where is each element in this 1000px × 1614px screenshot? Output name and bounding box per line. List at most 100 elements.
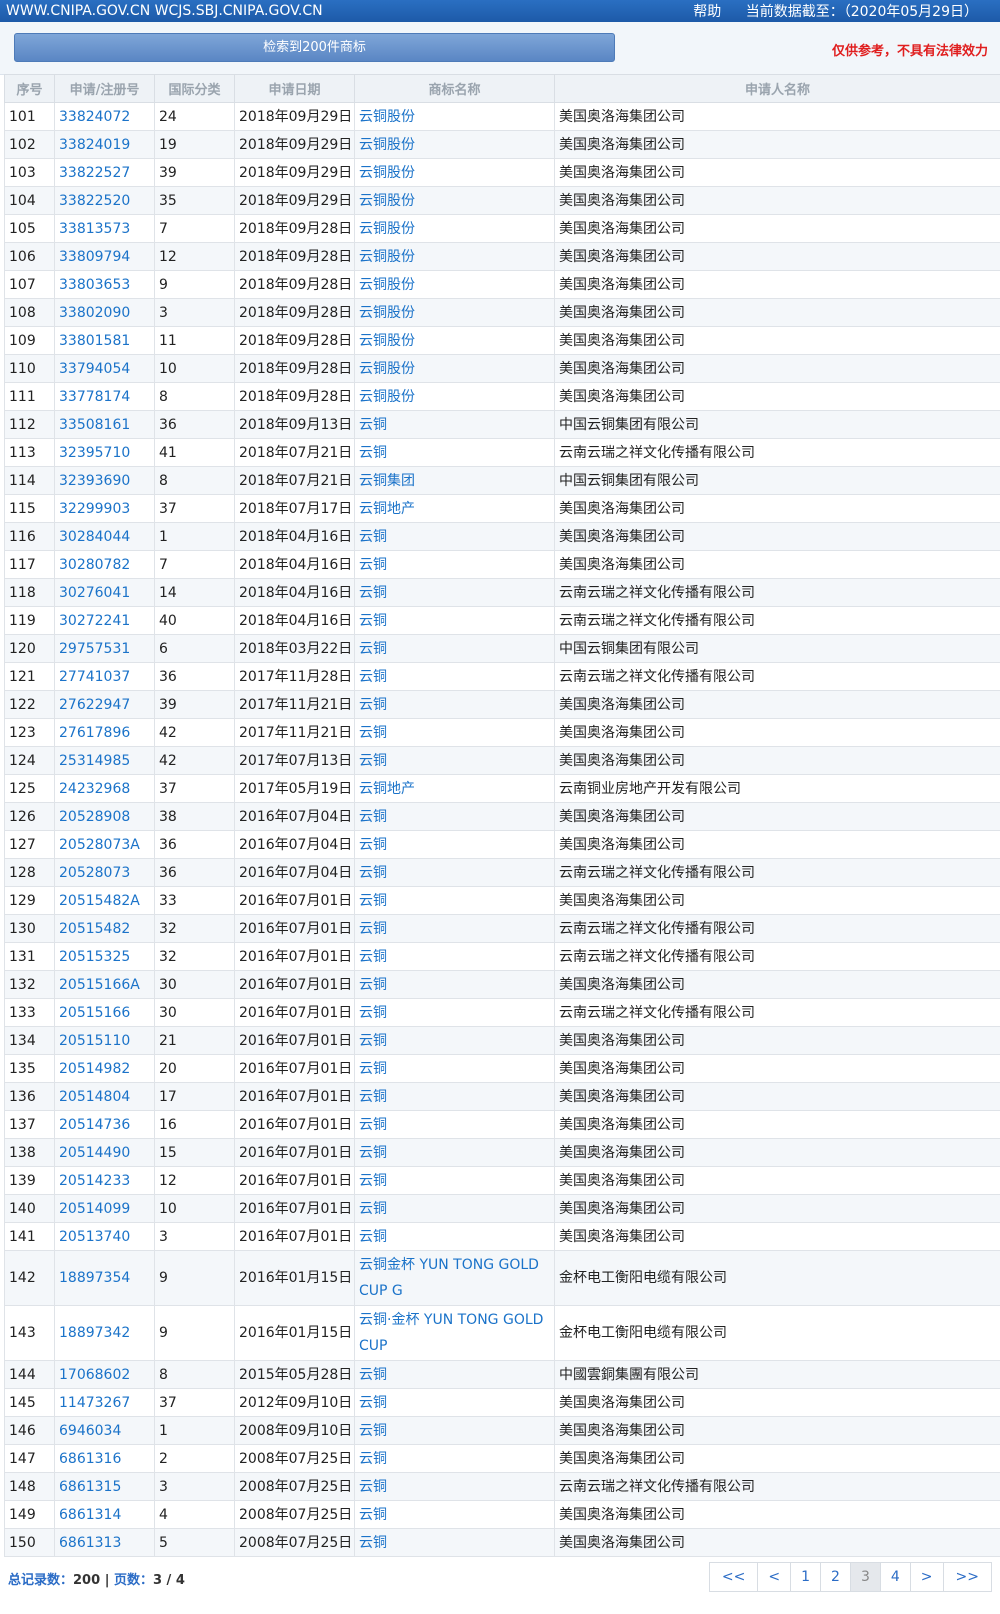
reg-number-link[interactable]: 20514233 bbox=[54, 1166, 155, 1195]
trademark-name-link[interactable]: 云铜 bbox=[354, 858, 555, 887]
reg-number-link[interactable]: 6861314 bbox=[54, 1500, 155, 1529]
header-class[interactable]: 国际分类 bbox=[154, 74, 235, 103]
reg-number-link[interactable]: 32395710 bbox=[54, 438, 155, 467]
reg-number-link[interactable]: 33778174 bbox=[54, 382, 155, 411]
trademark-name-link[interactable]: 云铜股份 bbox=[354, 102, 555, 131]
trademark-name-link[interactable]: 云铜地产 bbox=[354, 774, 555, 803]
reg-number-link[interactable]: 20515166 bbox=[54, 998, 155, 1027]
reg-number-link[interactable]: 20515166A bbox=[54, 970, 155, 999]
trademark-name-link[interactable]: 云铜 bbox=[354, 522, 555, 551]
search-result-button[interactable]: 检索到200件商标 bbox=[14, 33, 615, 62]
trademark-name-link[interactable]: 云铜 bbox=[354, 1026, 555, 1055]
trademark-name-link[interactable]: 云铜股份 bbox=[354, 354, 555, 383]
reg-number-link[interactable]: 20514804 bbox=[54, 1082, 155, 1111]
reg-number-link[interactable]: 33809794 bbox=[54, 242, 155, 271]
reg-number-link[interactable]: 33508161 bbox=[54, 410, 155, 439]
reg-number-link[interactable]: 25314985 bbox=[54, 746, 155, 775]
trademark-name-link[interactable]: 云铜 bbox=[354, 662, 555, 691]
trademark-name-link[interactable]: 云铜 bbox=[354, 690, 555, 719]
first-page-button[interactable]: << bbox=[708, 1562, 759, 1592]
trademark-name-link[interactable]: 云铜 bbox=[354, 886, 555, 915]
reg-number-link[interactable]: 27617896 bbox=[54, 718, 155, 747]
header-reg-number[interactable]: 申请/注册号 bbox=[54, 74, 155, 103]
trademark-name-link[interactable]: 云铜 bbox=[354, 802, 555, 831]
reg-number-link[interactable]: 20515110 bbox=[54, 1026, 155, 1055]
reg-number-link[interactable]: 32299903 bbox=[54, 494, 155, 523]
trademark-name-link[interactable]: 云铜 bbox=[354, 1528, 555, 1557]
reg-number-link[interactable]: 6861316 bbox=[54, 1444, 155, 1473]
trademark-name-link[interactable]: 云铜·金杯 YUN TONG GOLD CUP bbox=[354, 1305, 555, 1361]
reg-number-link[interactable]: 20515482A bbox=[54, 886, 155, 915]
reg-number-link[interactable]: 6861315 bbox=[54, 1472, 155, 1501]
trademark-name-link[interactable]: 云铜股份 bbox=[354, 214, 555, 243]
trademark-name-link[interactable]: 云铜金杯 YUN TONG GOLD CUP G bbox=[354, 1250, 555, 1306]
reg-number-link[interactable]: 18897342 bbox=[54, 1305, 155, 1361]
trademark-name-link[interactable]: 云铜 bbox=[354, 578, 555, 607]
help-link[interactable]: 帮助 bbox=[693, 4, 721, 20]
trademark-name-link[interactable]: 云铜 bbox=[354, 550, 555, 579]
reg-number-link[interactable]: 30280782 bbox=[54, 550, 155, 579]
trademark-name-link[interactable]: 云铜股份 bbox=[354, 130, 555, 159]
prev-page-button[interactable]: < bbox=[757, 1562, 792, 1592]
reg-number-link[interactable]: 20515482 bbox=[54, 914, 155, 943]
trademark-name-link[interactable]: 云铜股份 bbox=[354, 382, 555, 411]
reg-number-link[interactable]: 33824019 bbox=[54, 130, 155, 159]
reg-number-link[interactable]: 20514736 bbox=[54, 1110, 155, 1139]
trademark-name-link[interactable]: 云铜股份 bbox=[354, 270, 555, 299]
trademark-name-link[interactable]: 云铜 bbox=[354, 1444, 555, 1473]
trademark-name-link[interactable]: 云铜 bbox=[354, 438, 555, 467]
trademark-name-link[interactable]: 云铜 bbox=[354, 606, 555, 635]
reg-number-link[interactable]: 30276041 bbox=[54, 578, 155, 607]
reg-number-link[interactable]: 6861313 bbox=[54, 1528, 155, 1557]
trademark-name-link[interactable]: 云铜 bbox=[354, 1416, 555, 1445]
reg-number-link[interactable]: 30284044 bbox=[54, 522, 155, 551]
trademark-name-link[interactable]: 云铜股份 bbox=[354, 186, 555, 215]
trademark-name-link[interactable]: 云铜 bbox=[354, 914, 555, 943]
trademark-name-link[interactable]: 云铜 bbox=[354, 1194, 555, 1223]
reg-number-link[interactable]: 30272241 bbox=[54, 606, 155, 635]
reg-number-link[interactable]: 11473267 bbox=[54, 1388, 155, 1417]
trademark-name-link[interactable]: 云铜 bbox=[354, 1500, 555, 1529]
reg-number-link[interactable]: 33802090 bbox=[54, 298, 155, 327]
trademark-name-link[interactable]: 云铜股份 bbox=[354, 326, 555, 355]
reg-number-link[interactable]: 32393690 bbox=[54, 466, 155, 495]
reg-number-link[interactable]: 27741037 bbox=[54, 662, 155, 691]
reg-number-link[interactable]: 24232968 bbox=[54, 774, 155, 803]
trademark-name-link[interactable]: 云铜 bbox=[354, 746, 555, 775]
last-page-button[interactable]: >> bbox=[942, 1562, 992, 1592]
reg-number-link[interactable]: 20514490 bbox=[54, 1138, 155, 1167]
trademark-name-link[interactable]: 云铜股份 bbox=[354, 242, 555, 271]
header-trademark-name[interactable]: 商标名称 bbox=[354, 74, 555, 103]
trademark-name-link[interactable]: 云铜 bbox=[354, 1388, 555, 1417]
trademark-name-link[interactable]: 云铜地产 bbox=[354, 494, 555, 523]
header-serial[interactable]: 序号 bbox=[4, 74, 55, 103]
reg-number-link[interactable]: 20515325 bbox=[54, 942, 155, 971]
reg-number-link[interactable]: 20514099 bbox=[54, 1194, 155, 1223]
reg-number-link[interactable]: 18897354 bbox=[54, 1250, 155, 1306]
trademark-name-link[interactable]: 云铜 bbox=[354, 718, 555, 747]
reg-number-link[interactable]: 33803653 bbox=[54, 270, 155, 299]
trademark-name-link[interactable]: 云铜 bbox=[354, 1222, 555, 1251]
trademark-name-link[interactable]: 云铜 bbox=[354, 1360, 555, 1389]
reg-number-link[interactable]: 33824072 bbox=[54, 102, 155, 131]
reg-number-link[interactable]: 20528908 bbox=[54, 802, 155, 831]
reg-number-link[interactable]: 20513740 bbox=[54, 1222, 155, 1251]
trademark-name-link[interactable]: 云铜 bbox=[354, 1472, 555, 1501]
reg-number-link[interactable]: 33801581 bbox=[54, 326, 155, 355]
reg-number-link[interactable]: 33813573 bbox=[54, 214, 155, 243]
reg-number-link[interactable]: 20528073 bbox=[54, 858, 155, 887]
page-button-4[interactable]: 4 bbox=[879, 1562, 911, 1592]
reg-number-link[interactable]: 20528073A bbox=[54, 830, 155, 859]
trademark-name-link[interactable]: 云铜 bbox=[354, 970, 555, 999]
reg-number-link[interactable]: 33822520 bbox=[54, 186, 155, 215]
reg-number-link[interactable]: 27622947 bbox=[54, 690, 155, 719]
reg-number-link[interactable]: 20514982 bbox=[54, 1054, 155, 1083]
reg-number-link[interactable]: 17068602 bbox=[54, 1360, 155, 1389]
trademark-name-link[interactable]: 云铜 bbox=[354, 1082, 555, 1111]
reg-number-link[interactable]: 6946034 bbox=[54, 1416, 155, 1445]
trademark-name-link[interactable]: 云铜 bbox=[354, 634, 555, 663]
trademark-name-link[interactable]: 云铜 bbox=[354, 1138, 555, 1167]
trademark-name-link[interactable]: 云铜股份 bbox=[354, 158, 555, 187]
header-applicant[interactable]: 申请人名称 bbox=[554, 74, 1000, 103]
trademark-name-link[interactable]: 云铜 bbox=[354, 1110, 555, 1139]
